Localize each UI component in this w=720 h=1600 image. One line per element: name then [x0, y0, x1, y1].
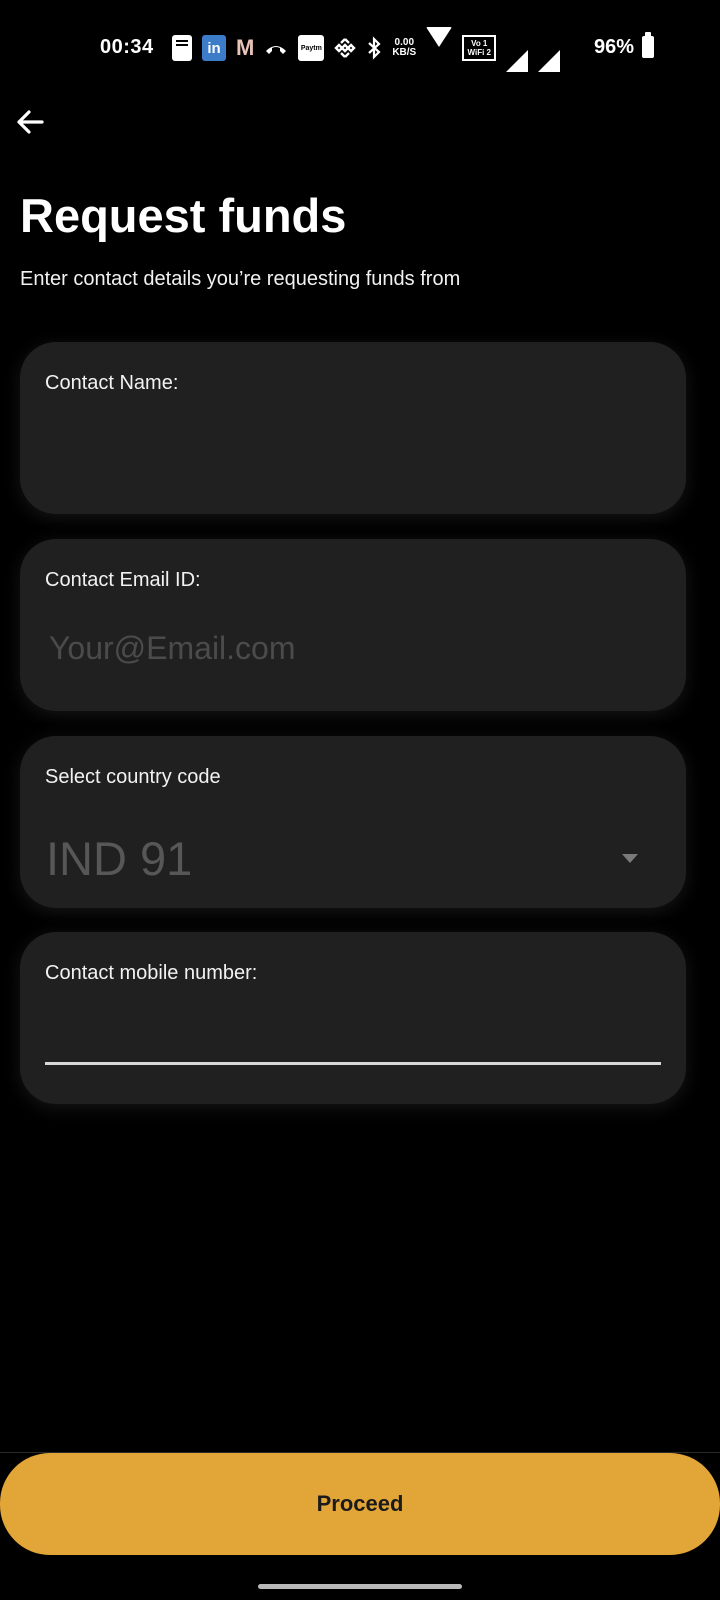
contact-email-label: Contact Email ID:	[45, 569, 201, 591]
battery-icon	[642, 32, 654, 58]
binance-icon	[334, 35, 357, 61]
contact-email-card: Contact Email ID:	[20, 539, 686, 711]
page-subtitle: Enter contact details you’re requesting …	[20, 268, 461, 290]
message-icon	[172, 35, 192, 61]
bluetooth-icon	[366, 35, 382, 61]
signal-icon	[506, 24, 529, 72]
country-code-label: Select country code	[45, 766, 221, 788]
status-bar: 00:34 in M Paytm 0.00 KB/S Vo 1 WiFi 2 9…	[0, 0, 720, 96]
back-button[interactable]	[12, 104, 48, 140]
country-code-select[interactable]: Select country code IND 91	[20, 736, 686, 908]
arrow-left-icon	[17, 110, 44, 134]
contact-name-card: Contact Name:	[20, 342, 686, 514]
home-indicator[interactable]	[258, 1584, 462, 1589]
country-code-value: IND 91	[46, 832, 193, 885]
input-underline	[45, 1062, 661, 1065]
contact-email-input[interactable]	[45, 625, 643, 671]
status-time: 00:34	[100, 36, 154, 58]
status-icons: in M Paytm 0.00 KB/S Vo 1 WiFi 2	[172, 27, 570, 72]
signal-icon	[538, 24, 561, 72]
paytm-icon: Paytm	[298, 35, 325, 61]
proceed-button[interactable]: Proceed	[0, 1453, 720, 1555]
wifi-icon	[426, 27, 453, 73]
gmail-icon: M	[236, 35, 255, 60]
call-icon	[264, 35, 288, 61]
contact-name-input[interactable]	[45, 428, 643, 474]
contact-mobile-card: Contact mobile number:	[20, 932, 686, 1104]
network-speed: 0.00 KB/S	[392, 35, 416, 61]
vowifi-line1: Vo 1	[471, 39, 488, 48]
vowifi-icon: Vo 1 WiFi 2	[462, 35, 497, 61]
contact-name-label: Contact Name:	[45, 372, 179, 394]
dropdown-arrow-icon	[622, 854, 638, 863]
page-title: Request funds	[20, 189, 347, 242]
battery-percent: 96%	[594, 36, 635, 58]
contact-mobile-input[interactable]	[45, 1002, 643, 1048]
network-speed-unit: KB/S	[392, 47, 417, 58]
contact-mobile-label: Contact mobile number:	[45, 962, 258, 984]
linkedin-icon: in	[202, 35, 226, 61]
vowifi-line2: WiFi 2	[467, 48, 491, 57]
